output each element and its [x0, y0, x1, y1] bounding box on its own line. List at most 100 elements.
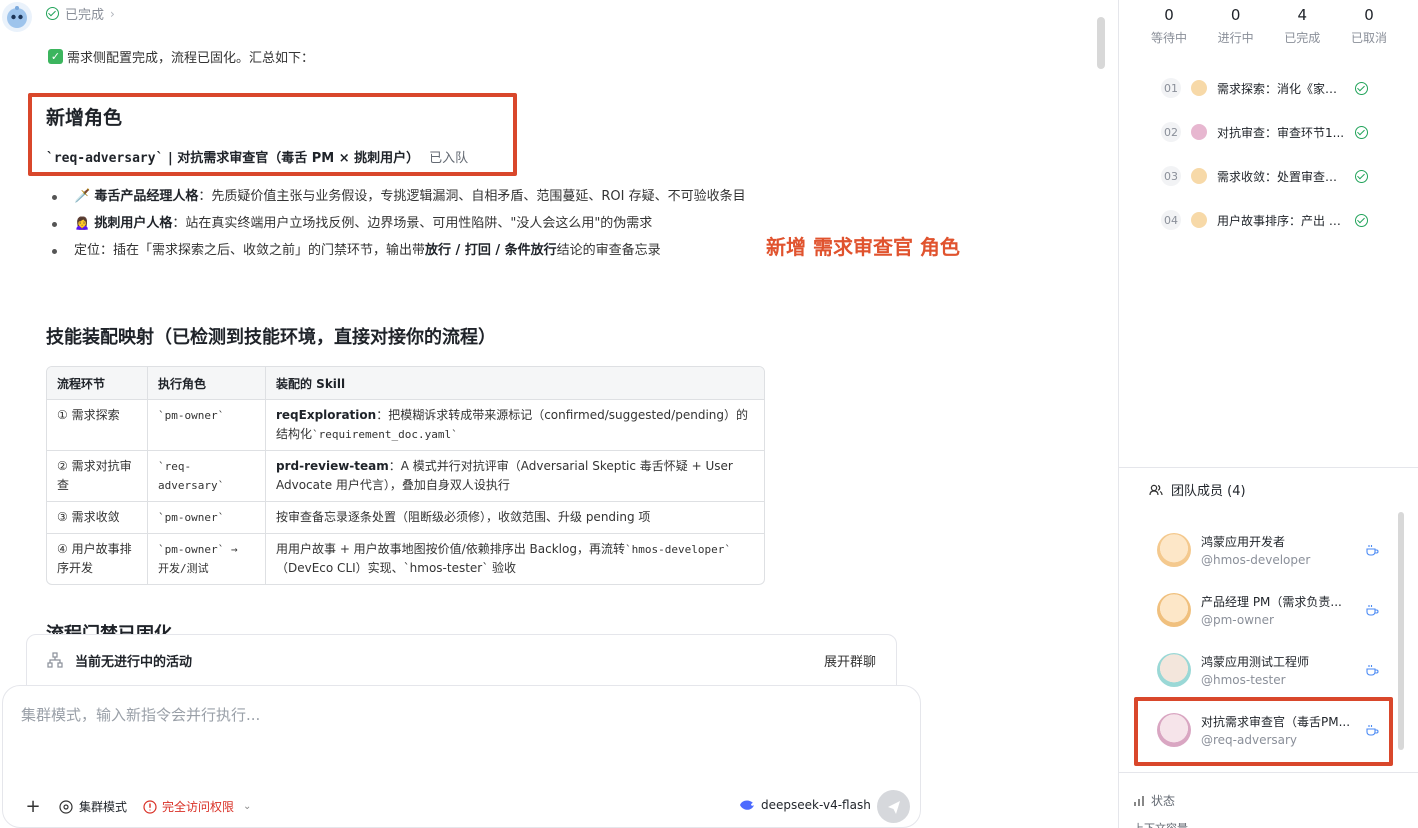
cell-role: `pm-owner` — [148, 400, 266, 451]
task-item[interactable]: 01 需求探索：消化《家谱... — [1119, 66, 1418, 110]
skill-desc: 用用户故事 + 用户故事地图按价值/依赖排序出 Backlog，再流转 — [276, 542, 625, 556]
task-text: 用户故事排序：产出 M... — [1217, 213, 1345, 228]
bullet-user-persona: 🙍‍♀️ 挑刺用户人格：站在真实终端用户立场找反例、边界场景、可用性陷阱、"没人… — [52, 213, 772, 235]
cell-skill: 用用户故事 + 用户故事地图按价值/依赖排序出 Backlog，再流转`hmos… — [266, 534, 764, 584]
task-text: 对抗审查：审查环节1... — [1217, 125, 1345, 140]
coffee-icon[interactable] — [1365, 543, 1379, 557]
bullet-bold: 挑刺用户人格 — [94, 216, 173, 231]
check-circle-icon — [46, 7, 59, 20]
summary-text: 需求侧配置完成，流程已固化。汇总如下： — [67, 51, 315, 66]
model-label: deepseek-v4-flash — [761, 798, 871, 812]
cell-role: `pm-owner` → 开发/测试 — [148, 534, 266, 584]
member-item[interactable]: 鸿蒙应用测试工程师 @hmos-tester — [1119, 640, 1404, 700]
member-handle: @pm-owner — [1201, 613, 1274, 627]
member-item[interactable]: 鸿蒙应用开发者 @hmos-developer — [1119, 520, 1404, 580]
bullet-text: ：先质疑价值主张与业务假设，专挑逻辑漏洞、自相矛盾、范围蔓延、ROI 存疑、不可… — [198, 189, 746, 204]
chat-area: 已完成 › ✓ 需求侧配置完成，流程已固化。汇总如下： 新增角色 `req-ad… — [0, 0, 1118, 828]
activity-bar: 当前无进行中的活动 展开群聊 — [26, 634, 897, 686]
cell-stage: ② 需求对抗审查 — [47, 451, 148, 502]
skills-table: 流程环节 执行角色 装配的 Skill ① 需求探索 `pm-owner` re… — [46, 366, 765, 585]
permission-dropdown[interactable]: 完全访问权限 ⌄ — [143, 798, 251, 815]
cluster-icon — [59, 799, 73, 814]
dagger-icon: 🗡️ — [74, 189, 91, 204]
member-scrollbar[interactable] — [1398, 512, 1404, 750]
cell-stage: ① 需求探索 — [47, 400, 148, 451]
coffee-icon[interactable] — [1365, 723, 1379, 737]
skill-name: prd-review-team — [276, 459, 389, 473]
task-index: 01 — [1161, 78, 1181, 98]
member-name: 鸿蒙应用开发者 — [1201, 535, 1286, 549]
member-handle: @hmos-tester — [1201, 673, 1286, 687]
send-button[interactable] — [877, 790, 910, 823]
table-row: ③ 需求收敛 `pm-owner` 按审查备忘录逐条处置（阻断级必须修），收敛范… — [47, 502, 764, 534]
member-item[interactable]: 产品经理 PM（需求负责... @pm-owner — [1119, 580, 1404, 640]
table-row: ② 需求对抗审查 `req-adversary` prd-review-team… — [47, 451, 764, 502]
member-name: 产品经理 PM（需求负责... — [1201, 595, 1342, 609]
chevron-down-icon: ⌄ — [243, 801, 252, 812]
member-list: 鸿蒙应用开发者 @hmos-developer 产品经理 PM（需求负责... … — [1119, 520, 1404, 760]
check-circle-icon — [1355, 169, 1368, 183]
alert-circle-icon — [143, 799, 157, 814]
annotation-text: 新增 需求审查官 角色 — [766, 235, 960, 259]
member-item[interactable]: 对抗需求审查官（毒舌PM... @req-adversary — [1119, 700, 1404, 760]
bullet-bold: 放行 / 打回 / 条件放行 — [425, 243, 557, 258]
stat-cancelled: 0 已取消 — [1339, 4, 1399, 46]
task-list: 01 需求探索：消化《家谱... 02 对抗审查：审查环节1... 03 需求收… — [1119, 66, 1418, 242]
skill-desc: （DevEco CLI）实现、`hmos-tester` 验收 — [276, 561, 517, 575]
check-circle-icon — [1355, 125, 1368, 139]
task-index: 04 — [1161, 210, 1181, 230]
state-row: 上下文容量 — [1133, 820, 1403, 828]
task-item[interactable]: 04 用户故事排序：产出 M... — [1119, 198, 1418, 242]
cell-skill: prd-review-team：A 模式并行对抗评审（Adversarial S… — [266, 451, 764, 502]
bullet-text: 结论的审查备忘录 — [556, 243, 661, 258]
panel-divider — [1119, 772, 1418, 773]
role-separator: | — [167, 151, 173, 166]
stat-waiting: 0 等待中 — [1139, 4, 1199, 46]
stat-number: 4 — [1297, 6, 1308, 24]
stat-label: 等待中 — [1150, 31, 1187, 45]
state-title: 状态 — [1151, 794, 1176, 808]
table-row: ④ 用户故事排序开发 `pm-owner` → 开发/测试 用用户故事 + 用户… — [47, 534, 764, 584]
cluster-mode-label: 集群模式 — [79, 800, 128, 814]
table-row: ① 需求探索 `pm-owner` reqExploration：把模糊诉求转成… — [47, 400, 764, 451]
bullet-text: 定位：插在「需求探索之后、收敛之前」的门禁环节，输出带 — [74, 243, 426, 258]
pm-avatar — [1191, 212, 1207, 228]
expand-group-chat-button[interactable]: 展开群聊 — [824, 651, 876, 670]
message-input[interactable] — [21, 704, 881, 764]
task-index: 03 — [1161, 166, 1181, 186]
member-name: 鸿蒙应用测试工程师 — [1201, 655, 1310, 669]
send-icon — [887, 800, 900, 814]
chat-scrollbar[interactable] — [1097, 17, 1105, 69]
cell-stage: ④ 用户故事排序开发 — [47, 534, 148, 584]
green-check-icon: ✓ — [48, 49, 63, 64]
avatar — [1157, 533, 1191, 567]
task-status[interactable]: 已完成 › — [46, 4, 115, 23]
coffee-icon[interactable] — [1365, 663, 1379, 677]
task-item[interactable]: 03 需求收敛：处置审查备... — [1119, 154, 1418, 198]
avatar — [1157, 653, 1191, 687]
bullet-pm-persona: 🗡️ 毒舌产品经理人格：先质疑价值主张与业务假设，专挑逻辑漏洞、自相矛盾、范围蔓… — [52, 186, 772, 208]
right-panel: 0 等待中 0 进行中 4 已完成 0 已取消 01 需求探索：消化《家谱...… — [1118, 0, 1418, 828]
cluster-mode-button[interactable]: 集群模式 — [59, 798, 127, 815]
add-button[interactable]: + — [23, 796, 43, 817]
bar-chart-icon — [1134, 795, 1144, 806]
member-handle: @hmos-developer — [1201, 553, 1311, 567]
cell-stage: ③ 需求收敛 — [47, 502, 148, 534]
cell-skill: 按审查备忘录逐条处置（阻断级必须修），收敛范围、升级 pending 项 — [266, 502, 764, 534]
skill-name: reqExploration — [276, 408, 377, 422]
assistant-avatar — [2, 2, 32, 32]
chevron-right-icon: › — [110, 6, 115, 21]
stat-done: 4 已完成 — [1272, 4, 1332, 46]
composer: + 集群模式 完全访问权限 ⌄ deepseek-v4-f — [2, 685, 921, 828]
activity-label: 当前无进行中的活动 — [75, 654, 193, 670]
role-bullets: 🗡️ 毒舌产品经理人格：先质疑价值主张与业务假设，专挑逻辑漏洞、自相矛盾、范围蔓… — [52, 186, 772, 267]
member-name: 对抗需求审查官（毒舌PM... — [1201, 715, 1351, 729]
coffee-icon[interactable] — [1365, 603, 1379, 617]
model-selector[interactable]: deepseek-v4-flash — [739, 798, 871, 812]
skill-code: `hmos-developer` — [624, 543, 731, 556]
role-tag: 已入队 — [429, 151, 469, 166]
role-code: `req-adversary` — [46, 151, 164, 166]
status-label: 已完成 — [65, 8, 105, 23]
pm-avatar — [1191, 168, 1207, 184]
task-item[interactable]: 02 对抗审查：审查环节1... — [1119, 110, 1418, 154]
